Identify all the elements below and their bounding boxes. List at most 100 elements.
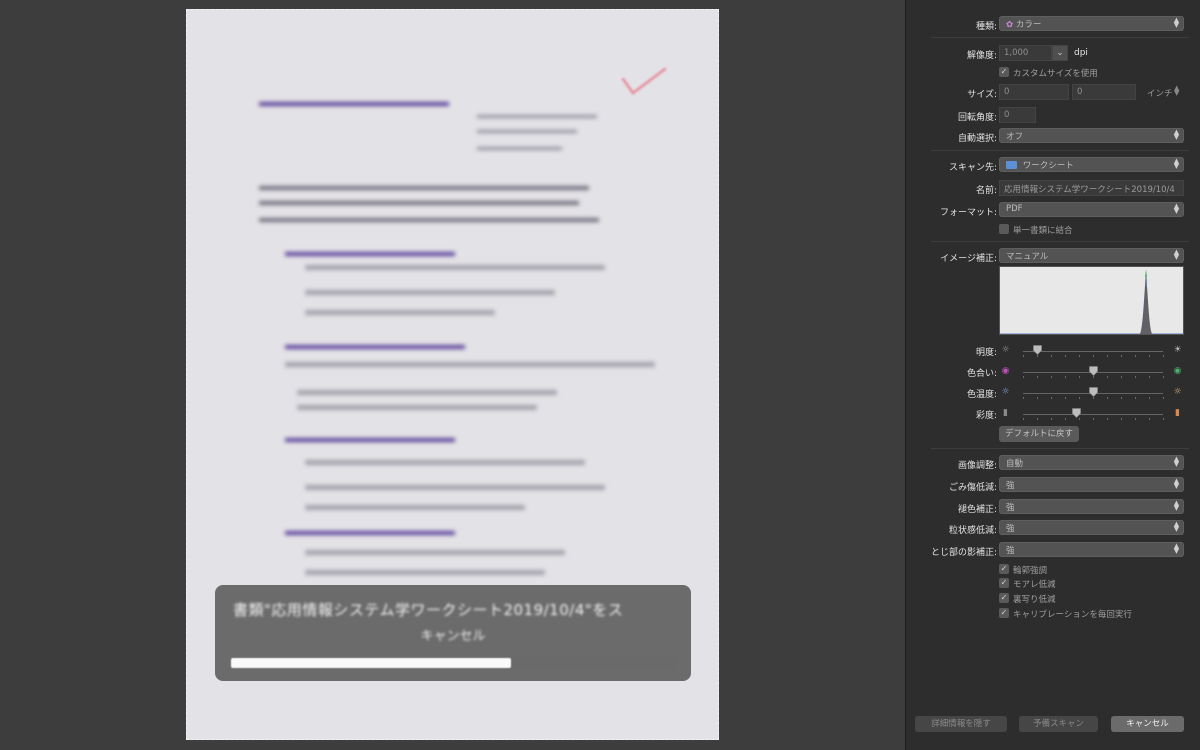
slider-row: 色温度: ☼ ☼ xyxy=(906,384,1200,404)
histogram-graph xyxy=(1000,269,1183,334)
gutter-popup[interactable]: 強 ▲ ▼ xyxy=(999,542,1184,557)
dust-label: ごみ傷低減: xyxy=(948,483,997,493)
image-correction-row: イメージ補正: マニュアル ▲ ▼ xyxy=(906,248,1200,268)
size-height-field[interactable]: 0 xyxy=(1072,84,1136,100)
format-label: フォーマット: xyxy=(939,208,997,218)
slider-ticks xyxy=(1023,376,1164,379)
slider-track[interactable] xyxy=(1023,414,1163,415)
cancel-button[interactable]: キャンセル xyxy=(1111,716,1184,732)
unit-chevron-icon[interactable]: ▲ ▼ xyxy=(1174,85,1179,97)
auto-select-popup[interactable]: オフ ▲ ▼ xyxy=(999,128,1184,143)
resolution-unit: dpi xyxy=(1074,48,1088,58)
slider-thumb[interactable] xyxy=(1071,408,1081,418)
chevron-updown-icon: ▲ ▼ xyxy=(1173,128,1180,141)
grain-popup[interactable]: 強 ▲ ▼ xyxy=(999,520,1184,535)
hide-details-button[interactable]: 詳細情報を隠す xyxy=(915,716,1007,732)
separator xyxy=(931,241,1189,242)
name-row: 名前: 応用情報システム学ワークシート2019/10/4 xyxy=(906,180,1200,200)
resolution-row: 解像度: 1,000 ⌄ dpi xyxy=(906,45,1200,65)
chevron-updown-icon: ▲ ▼ xyxy=(1173,477,1180,490)
enhancement-checkbox[interactable]: ✓ xyxy=(999,608,1009,618)
grain-row: 粒状感低減: 強 ▲ ▼ xyxy=(906,520,1200,540)
kind-label: 種類: xyxy=(975,22,997,32)
enhancement-checkbox-label: 裏写り低減 xyxy=(1013,595,1056,605)
fade-popup[interactable]: 強 ▲ ▼ xyxy=(999,499,1184,514)
green-dot-icon: ◉ xyxy=(1173,366,1182,376)
dust-value: 強 xyxy=(1006,481,1015,491)
histogram-chart[interactable] xyxy=(999,266,1184,335)
enhancement-checkbox[interactable]: ✓ xyxy=(999,593,1009,603)
separator xyxy=(931,448,1189,449)
chevron-updown-icon: ▲ ▼ xyxy=(1173,157,1180,170)
chevron-updown-icon: ▲ ▼ xyxy=(1173,542,1180,555)
overview-button[interactable]: 予備スキャン xyxy=(1019,716,1098,732)
color-palette-icon: ✿ xyxy=(1006,20,1014,30)
sun-large-icon: ☀ xyxy=(1173,345,1182,355)
dust-row: ごみ傷低減: 強 ▲ ▼ xyxy=(906,477,1200,497)
combine-label: 単一書類に結合 xyxy=(1013,226,1073,236)
kind-row: 種類: ✿ カラー ▲ ▼ xyxy=(906,16,1200,36)
color-swatch-icon: ▮ xyxy=(1175,408,1180,418)
name-label: 名前: xyxy=(975,186,997,196)
scan-preview-area[interactable]: 書類"応用情報システム学ワークシート2019/10/4"をス キャンセル xyxy=(0,0,905,750)
kind-popup[interactable]: ✿ カラー ▲ ▼ xyxy=(999,16,1184,31)
rotation-row: 回転角度: 0 xyxy=(906,107,1200,127)
scanned-document-preview[interactable]: 書類"応用情報システム学ワークシート2019/10/4"をス キャンセル xyxy=(186,9,719,740)
image-correction-value: マニュアル xyxy=(1006,252,1049,262)
scan-settings-panel: 種類: ✿ カラー ▲ ▼ 解像度: 1,000 ⌄ dpi ✓ カスタムサイズを… xyxy=(905,0,1200,750)
image-correction-label: イメージ補正: xyxy=(940,254,997,264)
slider-label: 明度: xyxy=(975,348,997,358)
fade-row: 褪色補正: 強 ▲ ▼ xyxy=(906,499,1200,519)
slider-thumb[interactable] xyxy=(1088,387,1098,397)
format-popup[interactable]: PDF ▲ ▼ xyxy=(999,202,1184,217)
chevron-updown-icon: ▲ ▼ xyxy=(1173,202,1180,215)
slider-row: 明度: ☼ ☀ xyxy=(906,342,1200,362)
resolution-dropdown-button[interactable]: ⌄ xyxy=(1052,45,1068,61)
size-width-field[interactable]: 0 xyxy=(999,84,1069,100)
slider-row: 色合い: ◉ ◉ xyxy=(906,363,1200,383)
enhancement-checkbox-label: キャリブレーションを毎回実行 xyxy=(1013,610,1132,620)
slider-label: 色温度: xyxy=(966,390,997,400)
slider-thumb[interactable] xyxy=(1088,366,1098,376)
separator xyxy=(931,150,1189,151)
image-correction-popup[interactable]: マニュアル ▲ ▼ xyxy=(999,248,1184,263)
rotation-field[interactable]: 0 xyxy=(999,107,1036,123)
folder-icon xyxy=(1006,161,1017,169)
grain-value: 強 xyxy=(1006,524,1015,534)
enhancement-checkbox[interactable]: ✓ xyxy=(999,564,1009,574)
enhancement-checkbox[interactable]: ✓ xyxy=(999,578,1009,588)
size-row: サイズ: 0 0 インチ ▲ ▼ xyxy=(906,84,1200,104)
reset-defaults-button[interactable]: デフォルトに戻す xyxy=(999,426,1079,442)
slider-label: 彩度: xyxy=(975,411,997,421)
image-adjust-label: 画像調整: xyxy=(957,461,997,471)
auto-select-label: 自動選択: xyxy=(957,134,997,144)
sun-small-icon: ☼ xyxy=(1001,345,1010,355)
rotation-label: 回転角度: xyxy=(957,113,997,123)
scan-to-label: スキャン先: xyxy=(948,163,997,173)
progress-message: 書類"応用情報システム学ワークシート2019/10/4"をス xyxy=(233,601,624,619)
progress-cancel-button[interactable]: キャンセル xyxy=(215,625,691,644)
gutter-row: とじ部の影補正: 強 ▲ ▼ xyxy=(906,542,1200,562)
slider-label: 色合い: xyxy=(966,369,997,379)
image-adjust-popup[interactable]: 自動 ▲ ▼ xyxy=(999,455,1184,470)
progress-bar-fill xyxy=(231,658,511,668)
chevron-updown-icon: ▲ ▼ xyxy=(1173,248,1180,261)
slider-track[interactable] xyxy=(1023,351,1163,352)
chevron-updown-icon: ▲ ▼ xyxy=(1173,455,1180,468)
chevron-updown-icon: ▲ ▼ xyxy=(1173,520,1180,533)
name-field[interactable]: 応用情報システム学ワークシート2019/10/4 xyxy=(999,180,1184,196)
magenta-dot-icon: ◉ xyxy=(1001,366,1010,376)
resolution-field[interactable]: 1,000 xyxy=(999,45,1052,61)
warm-sun-icon: ☼ xyxy=(1173,387,1182,397)
scan-to-popup[interactable]: ワークシート ▲ ▼ xyxy=(999,157,1184,172)
kind-value: カラー xyxy=(1015,20,1042,30)
size-unit[interactable]: インチ xyxy=(1147,87,1173,99)
size-label: サイズ: xyxy=(967,90,997,100)
custom-size-checkbox[interactable]: ✓ xyxy=(999,67,1009,77)
dust-popup[interactable]: 強 ▲ ▼ xyxy=(999,477,1184,492)
format-value: PDF xyxy=(1006,204,1023,214)
slider-thumb[interactable] xyxy=(1032,345,1042,355)
slider-ticks xyxy=(1023,355,1164,358)
combine-checkbox[interactable] xyxy=(999,224,1009,234)
auto-select-row: 自動選択: オフ ▲ ▼ xyxy=(906,128,1200,148)
